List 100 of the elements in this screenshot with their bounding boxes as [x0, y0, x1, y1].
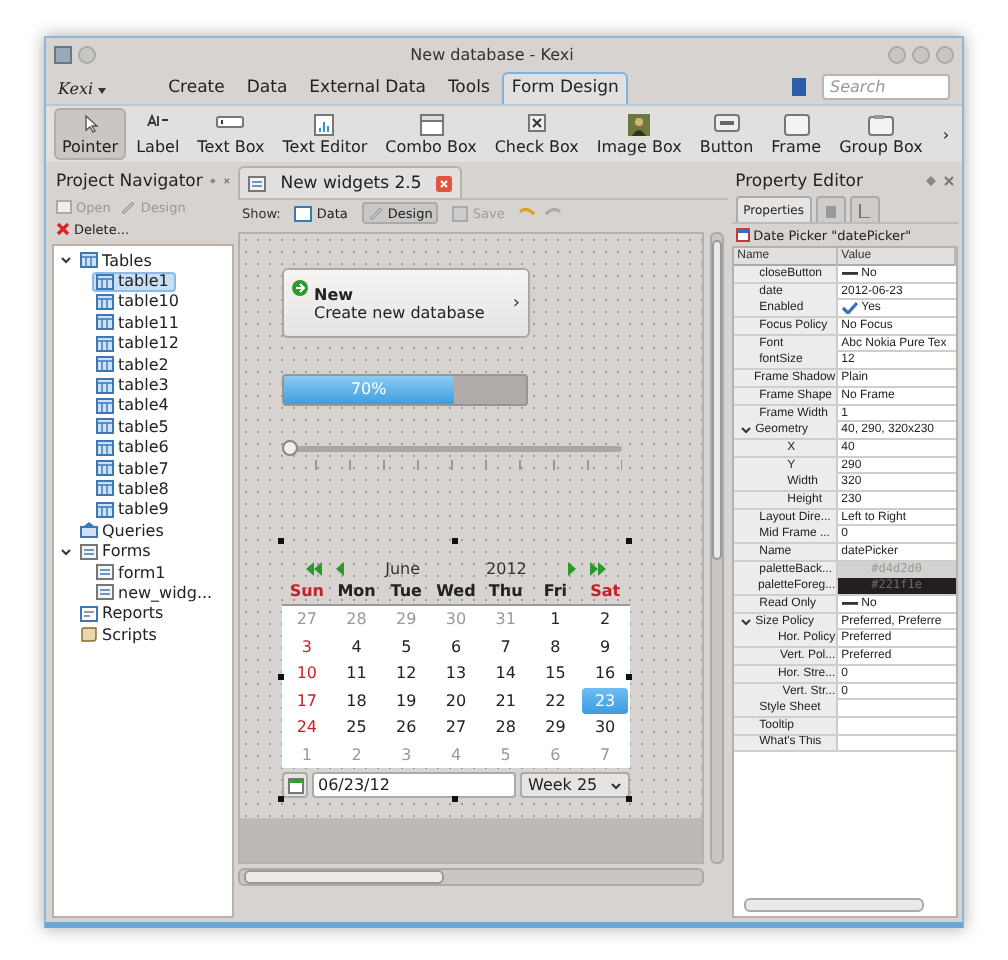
arrow-icon[interactable] — [331, 562, 348, 576]
tree-item[interactable]: table1 — [92, 271, 177, 292]
calendar-day[interactable]: 20 — [433, 687, 479, 714]
calendar-button[interactable] — [282, 772, 308, 798]
toolbar-button[interactable]: Check Box — [486, 108, 587, 160]
float-icon[interactable] — [926, 176, 936, 186]
tree-item[interactable]: table3 — [92, 375, 177, 396]
tree-item[interactable]: table6 — [92, 437, 177, 458]
close-icon[interactable] — [944, 176, 954, 186]
calendar-day[interactable]: 28 — [482, 714, 529, 741]
tree-item[interactable]: Queries — [76, 520, 172, 541]
collapse-icon[interactable] — [60, 254, 72, 267]
calendar-day[interactable]: 24 — [284, 714, 330, 741]
year-label[interactable]: 2012 — [486, 560, 527, 578]
more-button[interactable]: › — [934, 108, 958, 160]
ribbon-tab[interactable]: Create — [158, 72, 235, 104]
slider-thumb[interactable] — [282, 440, 298, 456]
calendar-day[interactable]: 1 — [532, 606, 579, 633]
calendar-day[interactable]: 16 — [582, 660, 628, 687]
calendar-day[interactable]: 2 — [582, 606, 628, 633]
tab-button[interactable] — [849, 196, 880, 222]
calendar-day[interactable]: 30 — [582, 714, 628, 741]
collapse-icon[interactable] — [739, 424, 752, 437]
tree-item[interactable]: new_widg... — [92, 582, 221, 603]
arrow-icon[interactable] — [564, 562, 581, 576]
collapse-icon[interactable] — [60, 545, 72, 558]
tree-item[interactable]: table9 — [92, 499, 177, 520]
toolbar-button[interactable]: Label — [128, 108, 188, 160]
calendar-day[interactable]: 11 — [333, 660, 380, 687]
calendar-day[interactable]: 19 — [383, 687, 430, 714]
caret-icon[interactable] — [98, 88, 107, 94]
calendar-day[interactable]: 18 — [333, 687, 380, 714]
calendar-day[interactable]: 7 — [482, 633, 529, 660]
tree-item[interactable]: Reports — [76, 603, 172, 624]
horizontal-scrollbar[interactable] — [238, 868, 704, 886]
vertical-scrollbar[interactable] — [708, 232, 726, 864]
calendar-day[interactable]: 5 — [383, 633, 430, 660]
calendar-day[interactable]: 26 — [383, 714, 430, 741]
tree-item[interactable]: table11 — [92, 312, 187, 333]
ribbon-tab[interactable]: Tools — [437, 72, 500, 104]
ribbon-tab[interactable]: External Data — [299, 72, 436, 104]
toolbar-button[interactable]: Combo Box — [377, 108, 485, 160]
calendar-day[interactable]: 14 — [482, 660, 529, 687]
double-arrow-icon[interactable] — [590, 562, 607, 576]
document-tab[interactable]: New widgets 2.5 — [238, 166, 462, 198]
close-icon[interactable] — [224, 176, 230, 186]
calendar-day[interactable]: 29 — [532, 714, 579, 741]
toolbar-button[interactable]: Group Box — [831, 108, 931, 160]
collapse-icon[interactable] — [739, 615, 752, 628]
tree-item[interactable]: Tables — [76, 250, 160, 271]
slider[interactable] — [282, 446, 622, 452]
tree-item[interactable]: Scripts — [76, 624, 165, 645]
float-icon[interactable] — [210, 176, 217, 186]
toolbar-button[interactable]: Text Box — [189, 108, 273, 160]
toolbar-button[interactable]: Text Editor — [274, 108, 376, 160]
calendar-day[interactable]: 25 — [333, 714, 380, 741]
tree-item[interactable]: table7 — [92, 458, 177, 479]
selection-handle[interactable] — [278, 796, 284, 802]
toolbar-button[interactable]: Image Box — [588, 108, 690, 160]
caret-icon[interactable] — [610, 781, 622, 789]
calendar-day[interactable]: 21 — [482, 687, 529, 714]
selection-handle[interactable] — [452, 538, 458, 544]
tree-item[interactable]: table4 — [92, 395, 177, 416]
calendar-day[interactable]: 3 — [284, 633, 330, 660]
tree-item[interactable]: table12 — [92, 333, 187, 354]
tree-item[interactable]: form1 — [92, 562, 174, 583]
selection-handle[interactable] — [626, 796, 632, 802]
calendar-day[interactable]: 27 — [433, 714, 479, 741]
horizontal-scrollbar[interactable] — [743, 898, 924, 912]
calendar-day[interactable]: 4 — [333, 633, 380, 660]
calendar-day[interactable]: 22 — [532, 687, 579, 714]
calendar-day[interactable]: 8 — [532, 633, 579, 660]
calendar-day[interactable]: 9 — [582, 633, 628, 660]
tree-item[interactable]: table2 — [92, 354, 177, 375]
calendar-day[interactable]: 15 — [532, 660, 579, 687]
tree-item[interactable]: table8 — [92, 478, 177, 499]
tab-button[interactable] — [815, 196, 846, 222]
calendar-day[interactable]: 13 — [433, 660, 479, 687]
selection-handle[interactable] — [278, 538, 284, 544]
double-arrow-icon[interactable] — [305, 562, 322, 576]
minimize-button[interactable] — [888, 45, 906, 63]
ribbon-tab[interactable]: Form Design — [501, 72, 629, 104]
maximize-button[interactable] — [912, 45, 930, 63]
selection-handle[interactable] — [278, 674, 284, 680]
app-menu[interactable]: Kexi — [58, 80, 107, 104]
command-link-button[interactable]: New Create new database › — [282, 268, 530, 338]
pin-button[interactable] — [78, 45, 96, 63]
toolbar-button[interactable]: Frame — [763, 108, 830, 160]
selection-handle[interactable] — [626, 674, 632, 680]
calendar-day[interactable]: 12 — [383, 660, 430, 687]
selection-handle[interactable] — [626, 538, 632, 544]
month-label[interactable]: June — [385, 560, 421, 578]
calendar-day[interactable]: 17 — [284, 687, 330, 714]
date-field[interactable]: 06/23/12 — [312, 772, 516, 798]
close-button[interactable] — [936, 45, 954, 63]
calendar-day[interactable]: 6 — [433, 633, 479, 660]
ribbon-tab[interactable]: Data — [236, 72, 298, 104]
toolbar-button[interactable]: Pointer — [54, 108, 127, 160]
week-dropdown[interactable]: Week 25 — [520, 772, 630, 798]
calendar-day[interactable]: 10 — [284, 660, 330, 687]
